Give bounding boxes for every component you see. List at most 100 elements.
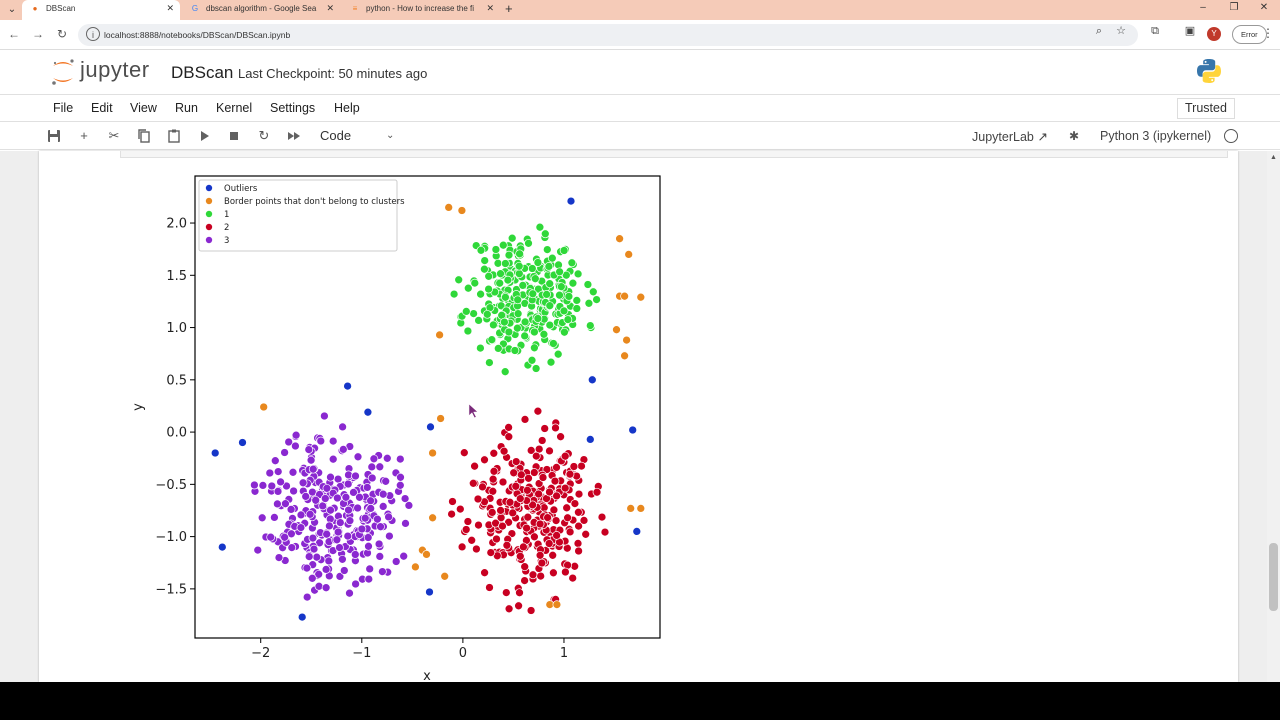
data-point-series-4 [353,503,362,513]
legend-marker [205,197,213,205]
legend-marker [205,223,213,231]
data-point-series-1 [622,335,631,345]
restore-icon[interactable]: ❐ [1224,0,1244,16]
scrollbar-thumb[interactable] [1269,543,1278,611]
kernel-name[interactable]: Python 3 (ipykernel) [1100,129,1211,143]
trusted-indicator[interactable]: Trusted [1177,98,1235,119]
data-point-series-2 [568,278,578,288]
debugger-bug-icon[interactable]: ✱ [1069,127,1079,145]
close-icon[interactable]: ✕ [166,0,174,17]
window-close-icon[interactable]: ✕ [1254,0,1274,16]
play-icon[interactable] [195,127,213,145]
menu-run[interactable]: Run [175,101,198,115]
data-point-series-3 [505,497,515,507]
menu-kernel[interactable]: Kernel [216,101,252,115]
copy-icon[interactable] [135,127,153,145]
data-point-series-3 [504,432,514,442]
legend-label: 3 [224,236,229,246]
menu-edit[interactable]: Edit [91,101,113,115]
data-point-series-4 [355,492,364,502]
tab-dbscan[interactable]: ● DBScan ✕ [22,0,180,20]
zoom-icon[interactable]: ⌕ [1091,23,1107,39]
data-point-series-1 [620,351,629,361]
data-point-series-2 [546,357,556,367]
paste-icon[interactable] [165,127,183,145]
data-point-series-4 [308,533,318,543]
data-point-series-2 [513,323,522,333]
plus-icon[interactable]: + [75,127,93,145]
close-icon[interactable]: ✕ [326,0,334,17]
data-point-series-3 [535,519,545,529]
stop-icon[interactable] [225,127,243,145]
data-point-series-4 [325,521,334,531]
site-info-icon[interactable]: i [86,27,100,41]
browser-menu-icon[interactable]: ⋮ [1262,26,1274,40]
address-bar[interactable]: i localhost:8888/notebooks/DBScan/DBScan… [78,24,1138,46]
forward-icon[interactable]: → [30,26,46,42]
data-point-series-3 [550,476,560,486]
data-point-series-0 [585,435,595,444]
x-tick-label: −1 [352,646,371,661]
tab-stackoverflow[interactable]: ≡ python - How to increase the fi ✕ [342,0,500,20]
restart-icon[interactable]: ↻ [255,127,273,145]
reload-icon[interactable]: ↻ [54,26,70,42]
legend-marker [205,236,213,244]
data-point-series-1 [612,325,621,335]
menu-help[interactable]: Help [334,101,360,115]
data-point-series-3 [581,529,591,539]
data-point-series-2 [474,316,483,325]
data-point-series-3 [538,473,548,482]
data-point-series-4 [381,476,391,486]
scroll-up-icon[interactable]: ▲ [1270,154,1277,161]
data-point-series-2 [559,306,569,316]
data-point-series-4 [312,552,322,562]
data-point-series-2 [531,364,541,373]
data-point-series-2 [584,298,594,308]
cell-type-select[interactable]: Code [320,127,351,145]
data-point-series-4 [318,501,328,511]
data-point-series-0 [363,407,373,417]
tab-search-icon[interactable]: ⌄ [4,2,20,18]
data-point-series-3 [592,487,602,497]
notebook-title[interactable]: DBScan [171,63,233,83]
profile-avatar[interactable]: Y [1207,27,1221,41]
jupyter-logo-icon[interactable] [50,57,76,87]
data-point-series-3 [498,477,508,487]
scatter-plot: −2 −1 0 1 −1.5 −1.0 −0.5 0.0 0.5 1.0 1.5 2.0 x y Outli… [131,175,661,680]
extensions-icon[interactable]: ⧉ [1147,23,1163,39]
data-point-series-4 [270,513,279,522]
data-point-series-4 [365,564,375,574]
close-icon[interactable]: ✕ [486,0,494,17]
data-point-series-3 [574,546,583,556]
menu-file[interactable]: File [53,101,73,115]
y-tick-label: 0.5 [166,373,187,388]
data-point-series-3 [504,604,514,614]
back-icon[interactable]: ← [6,26,22,42]
chevron-down-icon[interactable]: ⌄ [386,127,394,145]
tab-title: dbscan algorithm - Google Sea [206,4,317,13]
data-point-series-3 [522,523,531,533]
data-point-series-3 [535,550,545,560]
data-point-series-4 [378,489,388,499]
data-point-series-4 [257,513,267,523]
tab-google-search[interactable]: G dbscan algorithm - Google Sea ✕ [182,0,340,20]
data-point-series-4 [338,445,348,454]
bookmark-star-icon[interactable]: ☆ [1113,23,1129,39]
fast-forward-icon[interactable] [285,127,303,145]
previous-cell[interactable] [120,151,1228,158]
data-point-series-3 [549,505,559,515]
open-jupyterlab-link[interactable]: JupyterLab ↗ [972,129,1048,144]
data-point-series-0 [426,422,435,432]
scissors-icon[interactable]: ✂ [105,127,123,145]
menu-settings[interactable]: Settings [270,101,315,115]
data-point-series-2 [560,327,569,337]
minimize-icon[interactable]: – [1193,0,1213,16]
data-point-series-0 [210,448,220,458]
menu-view[interactable]: View [130,101,157,115]
data-point-series-2 [513,309,523,319]
new-tab-icon[interactable]: + [505,0,513,17]
save-icon[interactable] [45,127,63,145]
data-point-series-4 [338,554,347,564]
data-point-series-4 [287,543,297,552]
side-panel-icon[interactable]: ▣ [1182,23,1198,39]
